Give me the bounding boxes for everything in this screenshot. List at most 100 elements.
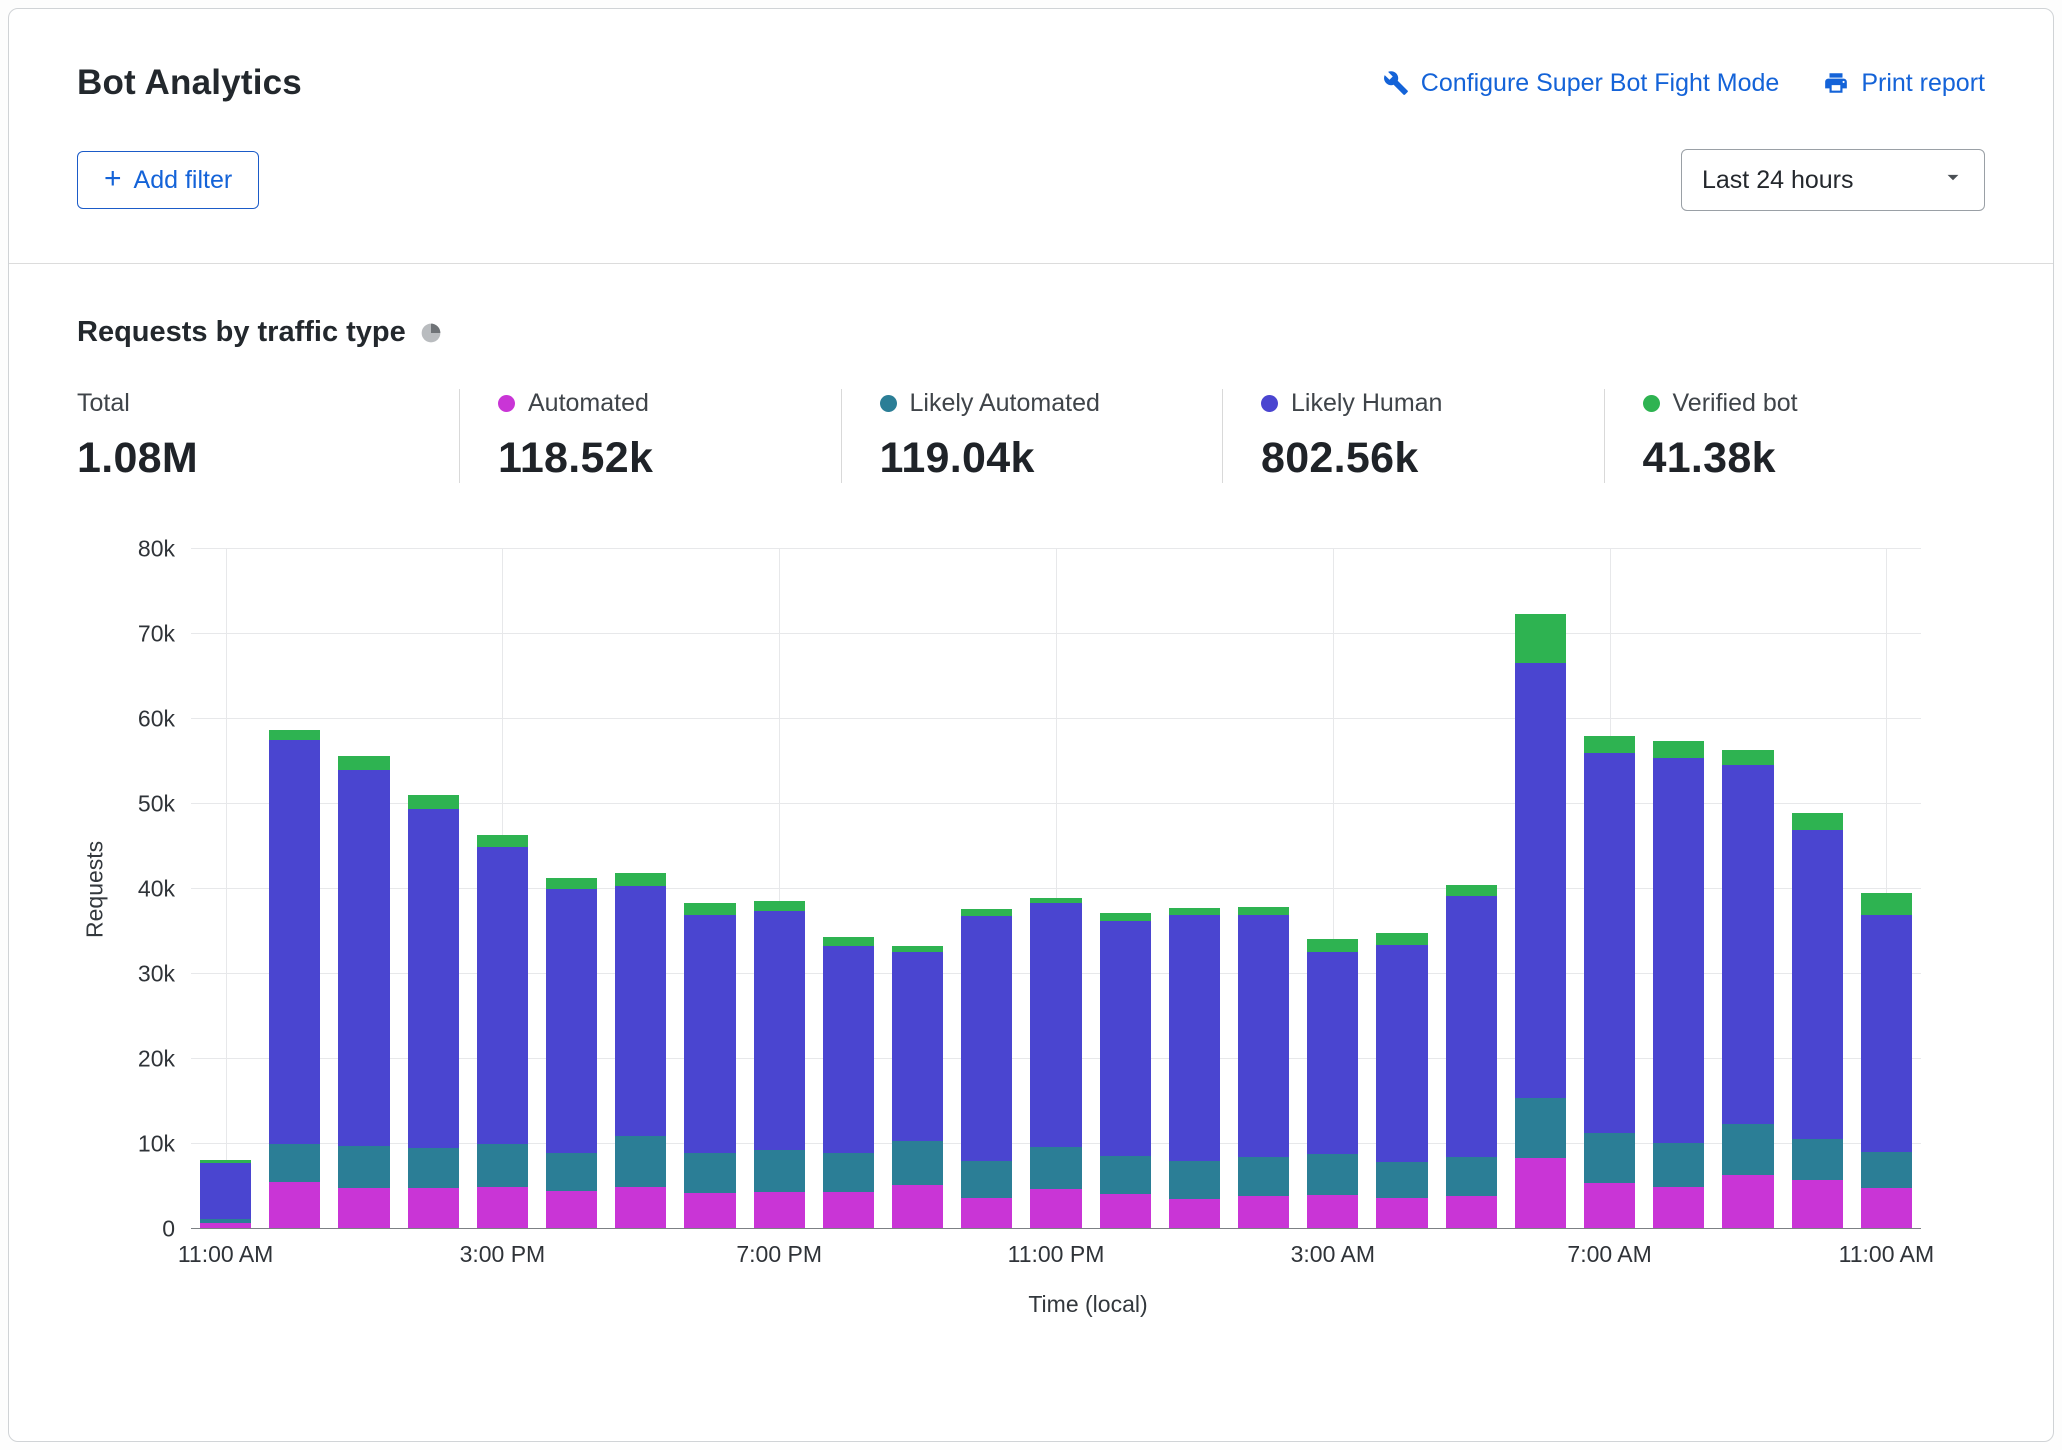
y-tick-label: 80k	[138, 536, 175, 563]
stat-likely-automated-label: Likely Automated	[910, 389, 1100, 418]
bar-segment-likely-automated	[546, 1153, 597, 1191]
bar-segment-likely-automated	[1653, 1143, 1704, 1187]
add-filter-button[interactable]: + Add filter	[77, 151, 259, 209]
stat-total-value: 1.08M	[77, 434, 459, 483]
bar-segment-automated	[1376, 1198, 1427, 1229]
likely-automated-dot-icon	[880, 395, 897, 412]
bar-1[interactable]	[260, 549, 329, 1229]
bar-segment-likely-human	[961, 916, 1012, 1161]
bar-8[interactable]	[745, 549, 814, 1229]
bar-segment-automated	[1030, 1189, 1081, 1229]
bar-segment-verified-bot	[961, 909, 1012, 917]
bar-2[interactable]	[329, 549, 398, 1229]
bar-segment-automated	[408, 1188, 459, 1229]
bar-segment-verified-bot	[1861, 893, 1912, 914]
bar-9[interactable]	[814, 549, 883, 1229]
pie-chart-icon	[420, 322, 442, 344]
bar-3[interactable]	[399, 549, 468, 1229]
stat-likely-human-label: Likely Human	[1291, 389, 1442, 418]
bar-segment-likely-automated	[684, 1153, 735, 1194]
y-tick-label: 10k	[138, 1131, 175, 1158]
bar-segment-verified-bot	[823, 937, 874, 946]
bar-segment-likely-human	[338, 770, 389, 1146]
bar-segment-likely-human	[1100, 921, 1151, 1156]
bar-15[interactable]	[1229, 549, 1298, 1229]
bar-segment-verified-bot	[338, 756, 389, 770]
stat-likely-human[interactable]: Likely Human 802.56k	[1222, 389, 1604, 483]
bar-21[interactable]	[1644, 549, 1713, 1229]
bar-16[interactable]	[1298, 549, 1367, 1229]
configure-super-bot-fight-mode-link[interactable]: Configure Super Bot Fight Mode	[1383, 69, 1780, 98]
print-report-link[interactable]: Print report	[1823, 69, 1985, 98]
bar-segment-automated	[1169, 1199, 1220, 1229]
y-tick-label: 0	[162, 1216, 175, 1243]
bar-10[interactable]	[883, 549, 952, 1229]
bar-segment-automated	[1792, 1180, 1843, 1229]
bar-segment-likely-human	[754, 911, 805, 1150]
bar-segment-likely-human	[892, 952, 943, 1141]
bar-20[interactable]	[1575, 549, 1644, 1229]
section-title: Requests by traffic type	[77, 316, 406, 349]
bar-segment-verified-bot	[1722, 750, 1773, 765]
x-tick-label: 3:00 PM	[460, 1241, 546, 1268]
bar-segment-likely-human	[477, 847, 528, 1145]
bar-segment-automated	[961, 1198, 1012, 1229]
bar-19[interactable]	[1506, 549, 1575, 1229]
bar-segment-likely-human	[1446, 896, 1497, 1157]
bar-segment-likely-human	[408, 809, 459, 1148]
bar-segment-automated	[338, 1188, 389, 1229]
bar-segment-likely-human	[1722, 765, 1773, 1125]
bar-5[interactable]	[537, 549, 606, 1229]
bar-22[interactable]	[1713, 549, 1782, 1229]
bar-4[interactable]	[468, 549, 537, 1229]
stat-automated[interactable]: Automated 118.52k	[459, 389, 841, 483]
stat-automated-value: 118.52k	[498, 434, 841, 483]
bar-24[interactable]	[1852, 549, 1921, 1229]
time-range-select[interactable]: Last 24 hours	[1681, 149, 1985, 211]
bar-segment-likely-human	[615, 886, 666, 1136]
bar-11[interactable]	[952, 549, 1021, 1229]
card-body: Requests by traffic type Total 1.08M Aut…	[9, 264, 2053, 1318]
bar-segment-likely-human	[823, 946, 874, 1153]
bar-segment-likely-automated	[892, 1141, 943, 1185]
stat-likely-automated[interactable]: Likely Automated 119.04k	[841, 389, 1223, 483]
bar-6[interactable]	[606, 549, 675, 1229]
bar-segment-automated	[684, 1193, 735, 1229]
bar-segment-likely-automated	[269, 1144, 320, 1182]
bar-14[interactable]	[1160, 549, 1229, 1229]
bar-segment-likely-automated	[823, 1153, 874, 1193]
bars-layer	[191, 549, 1921, 1229]
bar-segment-verified-bot	[1376, 933, 1427, 945]
bar-segment-likely-human	[546, 889, 597, 1153]
x-tick-label: 7:00 AM	[1567, 1241, 1651, 1268]
stat-verified-bot[interactable]: Verified bot 41.38k	[1604, 389, 1986, 483]
y-tick-label: 50k	[138, 791, 175, 818]
bar-segment-likely-human	[1376, 945, 1427, 1162]
bar-segment-likely-automated	[1792, 1139, 1843, 1180]
x-axis-line	[191, 1228, 1921, 1229]
plot-area	[191, 549, 1921, 1229]
bar-segment-verified-bot	[1515, 614, 1566, 663]
bar-segment-verified-bot	[1100, 913, 1151, 922]
bar-17[interactable]	[1367, 549, 1436, 1229]
bar-segment-likely-automated	[408, 1148, 459, 1188]
bar-segment-automated	[1722, 1175, 1773, 1229]
bar-segment-automated	[823, 1192, 874, 1229]
bar-segment-likely-human	[1861, 915, 1912, 1152]
bar-0[interactable]	[191, 549, 260, 1229]
bar-13[interactable]	[1091, 549, 1160, 1229]
stat-verified-bot-label: Verified bot	[1673, 389, 1798, 418]
y-tick-label: 70k	[138, 621, 175, 648]
bar-18[interactable]	[1437, 549, 1506, 1229]
bar-segment-likely-human	[1584, 753, 1635, 1133]
page-title: Bot Analytics	[77, 63, 302, 103]
y-tick-label: 60k	[138, 706, 175, 733]
bar-segment-likely-human	[1238, 915, 1289, 1157]
y-axis-labels: 010k20k30k40k50k60k70k80k	[113, 549, 191, 1229]
stat-total: Total 1.08M	[77, 389, 459, 483]
bar-23[interactable]	[1783, 549, 1852, 1229]
bar-segment-verified-bot	[408, 795, 459, 809]
bar-12[interactable]	[1021, 549, 1090, 1229]
bar-7[interactable]	[675, 549, 744, 1229]
bar-segment-automated	[269, 1182, 320, 1229]
